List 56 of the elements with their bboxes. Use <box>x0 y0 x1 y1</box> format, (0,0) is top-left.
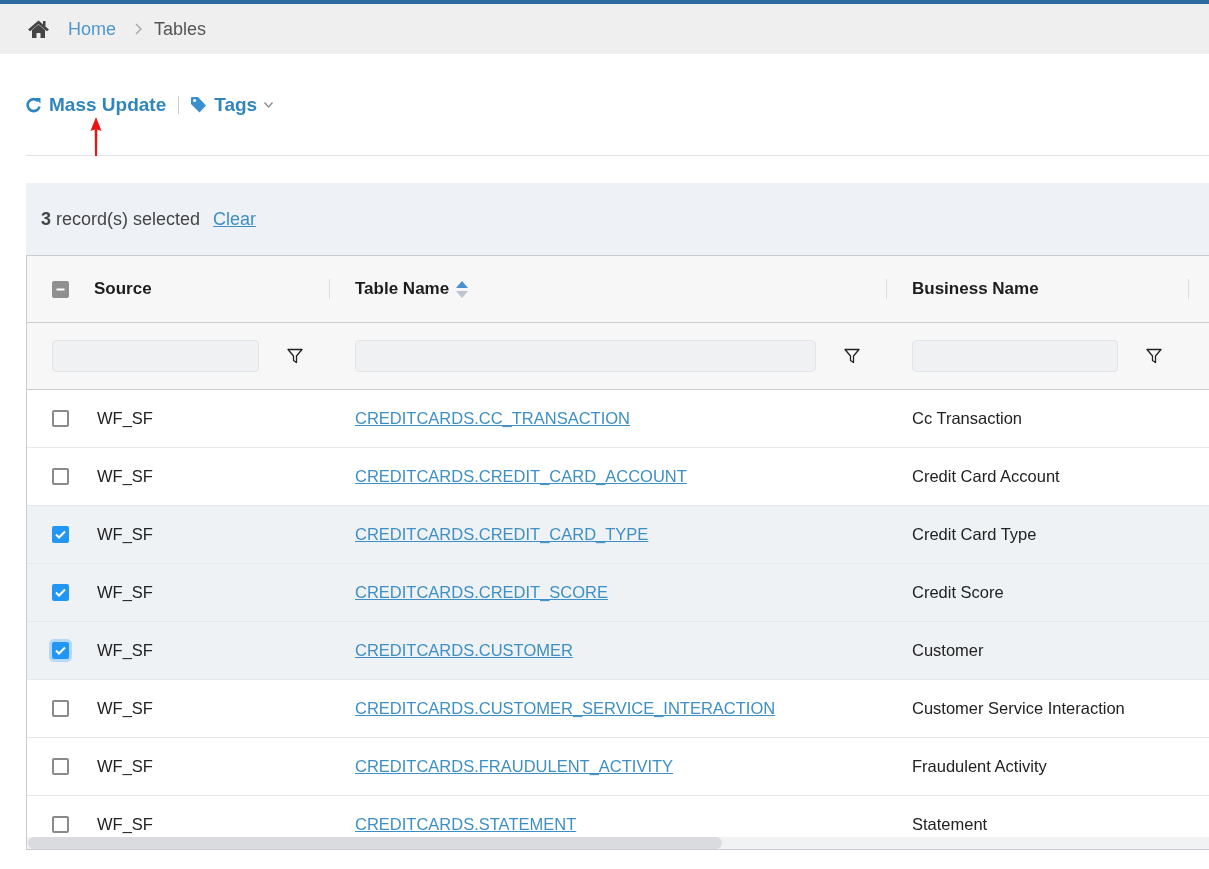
horizontal-scrollbar[interactable] <box>27 837 1209 849</box>
checkmark-icon <box>55 588 66 597</box>
caret-down-icon <box>264 101 274 108</box>
filter-icon[interactable] <box>287 348 303 364</box>
business-name-cell: Credit Card Type <box>912 525 1037 544</box>
home-icon[interactable] <box>28 20 49 38</box>
checkbox[interactable] <box>52 526 69 543</box>
checkbox[interactable] <box>52 700 69 717</box>
table-name-link[interactable]: CREDITCARDS.CUSTOMER <box>355 641 573 660</box>
checkbox[interactable] <box>52 816 69 833</box>
business-name-cell: Cc Transaction <box>912 409 1023 428</box>
column-header[interactable]: Table Name <box>355 279 450 299</box>
chevron-right-icon <box>135 23 142 35</box>
filter-icon[interactable] <box>844 348 860 364</box>
clear-link[interactable]: Clear <box>213 208 257 230</box>
tag-icon <box>191 96 207 113</box>
source-cell: WF_SF <box>97 757 153 776</box>
selection-count: 3 record(s) selected <box>41 208 201 230</box>
sort-icon[interactable] <box>456 280 469 298</box>
table-name-link[interactable]: CREDITCARDS.STATEMENT <box>355 815 577 834</box>
business-name-cell: Credit Card Account <box>912 467 1060 486</box>
source-cell: WF_SF <box>97 699 153 718</box>
scrollbar-thumb[interactable] <box>28 837 722 849</box>
breadcrumb-current: Tables <box>154 18 207 40</box>
table-name-link[interactable]: CREDITCARDS.CC_TRANSACTION <box>355 409 631 428</box>
source-cell: WF_SF <box>97 409 153 428</box>
annotation-arrow-icon <box>90 117 102 156</box>
business-name-cell: Fraudulent Activity <box>912 757 1047 776</box>
business-name-cell: Credit Score <box>912 583 1004 602</box>
source-cell: WF_SF <box>97 641 153 660</box>
business-name-cell: Customer <box>912 641 984 660</box>
checkbox[interactable] <box>52 468 69 485</box>
column-header[interactable]: Source <box>94 279 152 299</box>
checkbox[interactable] <box>52 280 69 298</box>
table-name-link[interactable]: CREDITCARDS.CREDIT_SCORE <box>355 583 609 602</box>
checkbox[interactable] <box>52 410 69 427</box>
business-name-cell: Statement <box>912 815 988 834</box>
source-cell: WF_SF <box>97 525 153 544</box>
refresh-icon <box>26 96 41 113</box>
mass-update-button[interactable]: Mass Update <box>26 93 167 116</box>
tags-dropdown[interactable]: Tags <box>191 93 274 116</box>
table-name-link[interactable]: CREDITCARDS.CREDIT_CARD_ACCOUNT <box>355 467 687 486</box>
source-cell: WF_SF <box>97 467 153 486</box>
checkbox[interactable] <box>52 584 69 601</box>
table-name-link[interactable]: CREDITCARDS.CUSTOMER_SERVICE_INTERACTION <box>355 699 776 718</box>
source-cell: WF_SF <box>97 583 153 602</box>
filter-icon[interactable] <box>1146 348 1162 364</box>
column-header[interactable]: Business Name <box>912 279 1039 299</box>
checkmark-icon <box>55 530 66 539</box>
source-cell: WF_SF <box>97 815 153 834</box>
business-name-cell: Customer Service Interaction <box>912 699 1125 718</box>
table-name-link[interactable]: CREDITCARDS.FRAUDULENT_ACTIVITY <box>355 757 674 776</box>
table-name-link[interactable]: CREDITCARDS.CREDIT_CARD_TYPE <box>355 525 649 544</box>
breadcrumb-link[interactable]: Home <box>68 18 116 40</box>
checkmark-icon <box>55 646 66 655</box>
checkbox[interactable] <box>52 758 69 775</box>
